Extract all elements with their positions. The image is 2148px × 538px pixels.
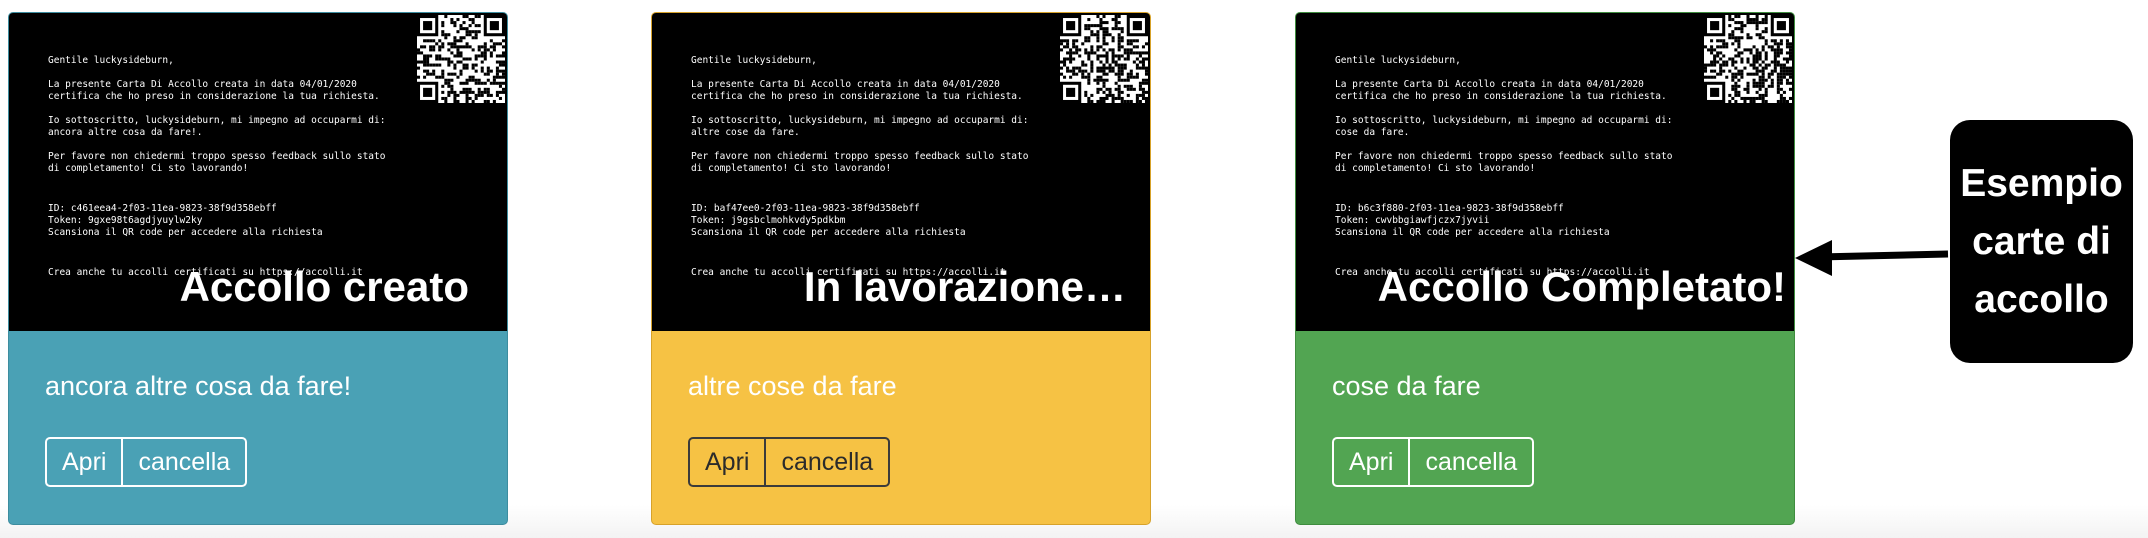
greeting-text: Gentile luckysideburn, bbox=[48, 55, 174, 66]
card-title: cose da fare bbox=[1332, 371, 1481, 401]
commitment-text: Io sottoscritto, luckysideburn, mi impeg… bbox=[48, 115, 386, 138]
arrow-left-icon bbox=[1795, 240, 1949, 276]
callout-box: Esempio carte di accollo bbox=[1950, 120, 2133, 363]
open-button[interactable]: Apri bbox=[690, 439, 767, 485]
greeting-text: Gentile luckysideburn, bbox=[691, 55, 817, 66]
token-line: Token: 9gxe98t6agdjyuylw2ky bbox=[48, 215, 203, 226]
card-actions: Apri cancella bbox=[1332, 437, 1535, 487]
id-line: ID: baf47ee0-2f03-11ea-9823-38f9d358ebff bbox=[691, 203, 920, 214]
qr-code-icon bbox=[1704, 15, 1792, 103]
open-button[interactable]: Apri bbox=[47, 439, 124, 485]
intro-text: La presente Carta Di Accollo creata in d… bbox=[48, 79, 380, 102]
token-line: Token: cwvbbgiawfjczx7jyvii bbox=[1335, 215, 1490, 226]
delete-button[interactable]: cancella bbox=[1410, 439, 1532, 485]
status-label: Accollo creato bbox=[179, 263, 469, 310]
card-actions: Apri cancella bbox=[688, 437, 891, 487]
scan-instructions: Scansiona il QR code per accedere alla r… bbox=[691, 227, 966, 238]
token-line: Token: j9gsbclmohkvdy5pdkbm bbox=[691, 215, 846, 226]
id-line: ID: b6c3f880-2f03-11ea-9823-38f9d358ebff bbox=[1335, 203, 1564, 214]
scan-instructions: Scansiona il QR code per accedere alla r… bbox=[1335, 227, 1610, 238]
accollo-certificate: Gentile luckysideburn, La presente Carta… bbox=[1296, 13, 1794, 331]
id-line: ID: c461eea4-2f03-11ea-9823-38f9d358ebff bbox=[48, 203, 277, 214]
card-title: ancora altre cosa da fare! bbox=[45, 371, 352, 401]
accollo-card: Gentile luckysideburn, La presente Carta… bbox=[1295, 12, 1795, 525]
greeting-text: Gentile luckysideburn, bbox=[1335, 55, 1461, 66]
delete-button[interactable]: cancella bbox=[766, 439, 888, 485]
card-title: altre cose da fare bbox=[688, 371, 897, 401]
qr-code-icon bbox=[417, 15, 505, 103]
request-text: Per favore non chiedermi troppo spesso f… bbox=[691, 151, 1029, 174]
request-text: Per favore non chiedermi troppo spesso f… bbox=[48, 151, 386, 174]
accollo-certificate: Gentile luckysideburn, La presente Carta… bbox=[9, 13, 507, 331]
intro-text: La presente Carta Di Accollo creata in d… bbox=[691, 79, 1023, 102]
qr-code-icon bbox=[1060, 15, 1148, 103]
status-label: In lavorazione… bbox=[803, 263, 1126, 310]
callout-text: Esempio carte di accollo bbox=[1960, 161, 2123, 321]
intro-text: La presente Carta Di Accollo creata in d… bbox=[1335, 79, 1667, 102]
scan-instructions: Scansiona il QR code per accedere alla r… bbox=[48, 227, 323, 238]
commitment-text: Io sottoscritto, luckysideburn, mi impeg… bbox=[1335, 115, 1673, 138]
request-text: Per favore non chiedermi troppo spesso f… bbox=[1335, 151, 1673, 174]
open-button[interactable]: Apri bbox=[1334, 439, 1411, 485]
status-label: Accollo Completato! bbox=[1377, 263, 1786, 310]
delete-button[interactable]: cancella bbox=[123, 439, 245, 485]
accollo-card: Gentile luckysideburn, La presente Carta… bbox=[651, 12, 1151, 525]
commitment-text: Io sottoscritto, luckysideburn, mi impeg… bbox=[691, 115, 1029, 138]
accollo-certificate: Gentile luckysideburn, La presente Carta… bbox=[652, 13, 1150, 331]
accollo-card: Gentile luckysideburn, La presente Carta… bbox=[8, 12, 508, 525]
card-actions: Apri cancella bbox=[45, 437, 248, 487]
